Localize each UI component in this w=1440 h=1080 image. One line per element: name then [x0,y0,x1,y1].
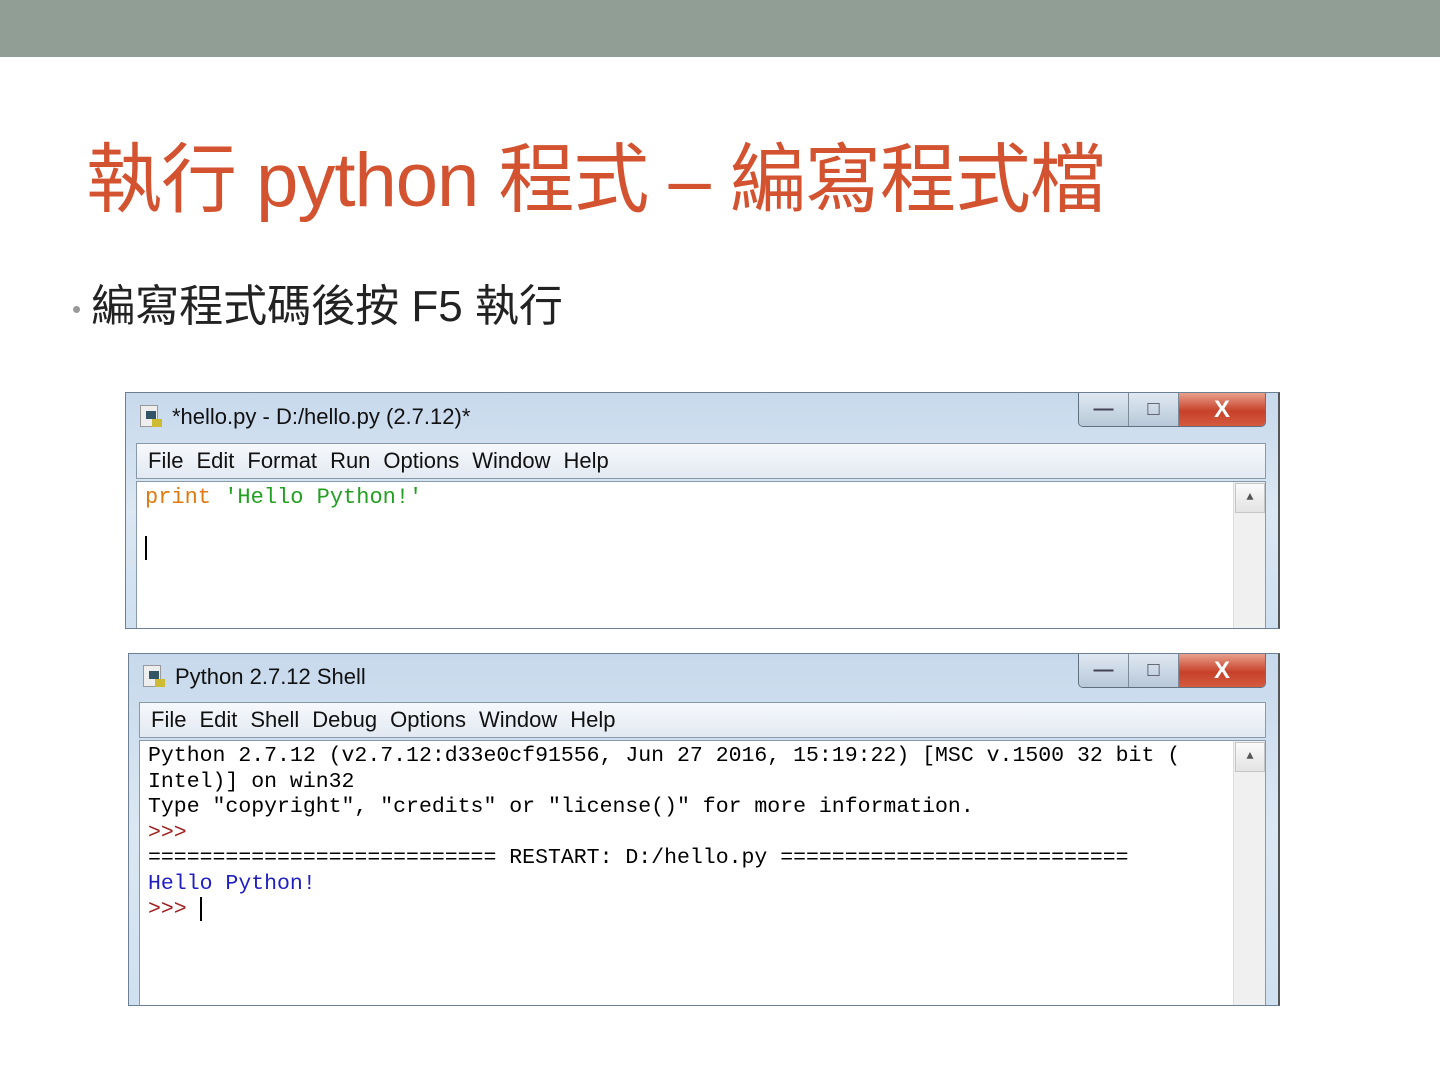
menu-file[interactable]: File [148,448,183,474]
shell-line: Type "copyright", "credits" or "license(… [148,795,974,819]
menu-format[interactable]: Format [247,448,317,474]
close-button[interactable]: X [1179,393,1265,426]
shell-scrollbar[interactable]: ▲ [1233,741,1265,1005]
bullet-text: 編寫程式碼後按 F5 執行 [91,282,563,331]
menu-shell[interactable]: Shell [250,707,299,733]
editor-window: *hello.py - D:/hello.py (2.7.12)* — □ X … [125,392,1280,629]
menu-help[interactable]: Help [570,707,615,733]
shell-output[interactable]: Python 2.7.12 (v2.7.12:d33e0cf91556, Jun… [139,740,1266,1005]
close-button[interactable]: X [1179,654,1265,687]
shell-title: Python 2.7.12 Shell [175,664,366,689]
code-string: 'Hello Python!' [224,485,423,510]
menu-window[interactable]: Window [472,448,550,474]
minimize-button[interactable]: — [1079,393,1129,426]
menu-window[interactable]: Window [479,707,557,733]
menu-options[interactable]: Options [383,448,459,474]
shell-line: Python 2.7.12 (v2.7.12:d33e0cf91556, Jun… [148,744,1181,768]
program-output: Hello Python! [148,871,316,896]
shell-prompt: >>> [148,820,187,845]
code-editor[interactable]: print 'Hello Python!' ▲ [136,481,1266,628]
menu-help[interactable]: Help [564,448,609,474]
menu-debug[interactable]: Debug [312,707,377,733]
bullet-item: • 編寫程式碼後按 F5 執行 [72,270,563,334]
text-cursor [199,897,202,921]
shell-prompt: >>> [148,897,187,922]
scroll-up-icon[interactable]: ▲ [1235,742,1265,772]
restart-line: =========================== RESTART: D:/… [148,846,1129,870]
code-keyword: print [145,485,212,510]
menu-file[interactable]: File [151,707,186,733]
menu-edit[interactable]: Edit [199,707,237,733]
shell-window: Python 2.7.12 Shell — □ X File Edit Shel… [128,653,1280,1006]
scroll-up-icon[interactable]: ▲ [1235,483,1265,513]
idle-app-icon [141,663,167,691]
menu-options[interactable]: Options [390,707,466,733]
shell-menubar: File Edit Shell Debug Options Window Hel… [139,702,1266,738]
bullet-dot-icon: • [72,293,82,324]
menu-edit[interactable]: Edit [196,448,234,474]
maximize-button[interactable]: □ [1129,654,1179,687]
top-bar [0,0,1440,57]
shell-line: Intel)] on win32 [148,769,355,794]
shell-titlebar[interactable]: Python 2.7.12 Shell — □ X [129,654,1278,700]
menu-run[interactable]: Run [330,448,370,474]
editor-title: *hello.py - D:/hello.py (2.7.12)* [172,404,471,429]
slide-title: 執行 python 程式 – 編寫程式檔 [86,138,1106,223]
text-cursor [145,536,147,561]
maximize-button[interactable]: □ [1129,393,1179,426]
editor-menubar: File Edit Format Run Options Window Help [136,443,1266,479]
minimize-button[interactable]: — [1079,654,1129,687]
editor-titlebar[interactable]: *hello.py - D:/hello.py (2.7.12)* — □ X [126,393,1278,441]
editor-scrollbar[interactable]: ▲ [1233,482,1265,628]
idle-app-icon [138,403,164,431]
